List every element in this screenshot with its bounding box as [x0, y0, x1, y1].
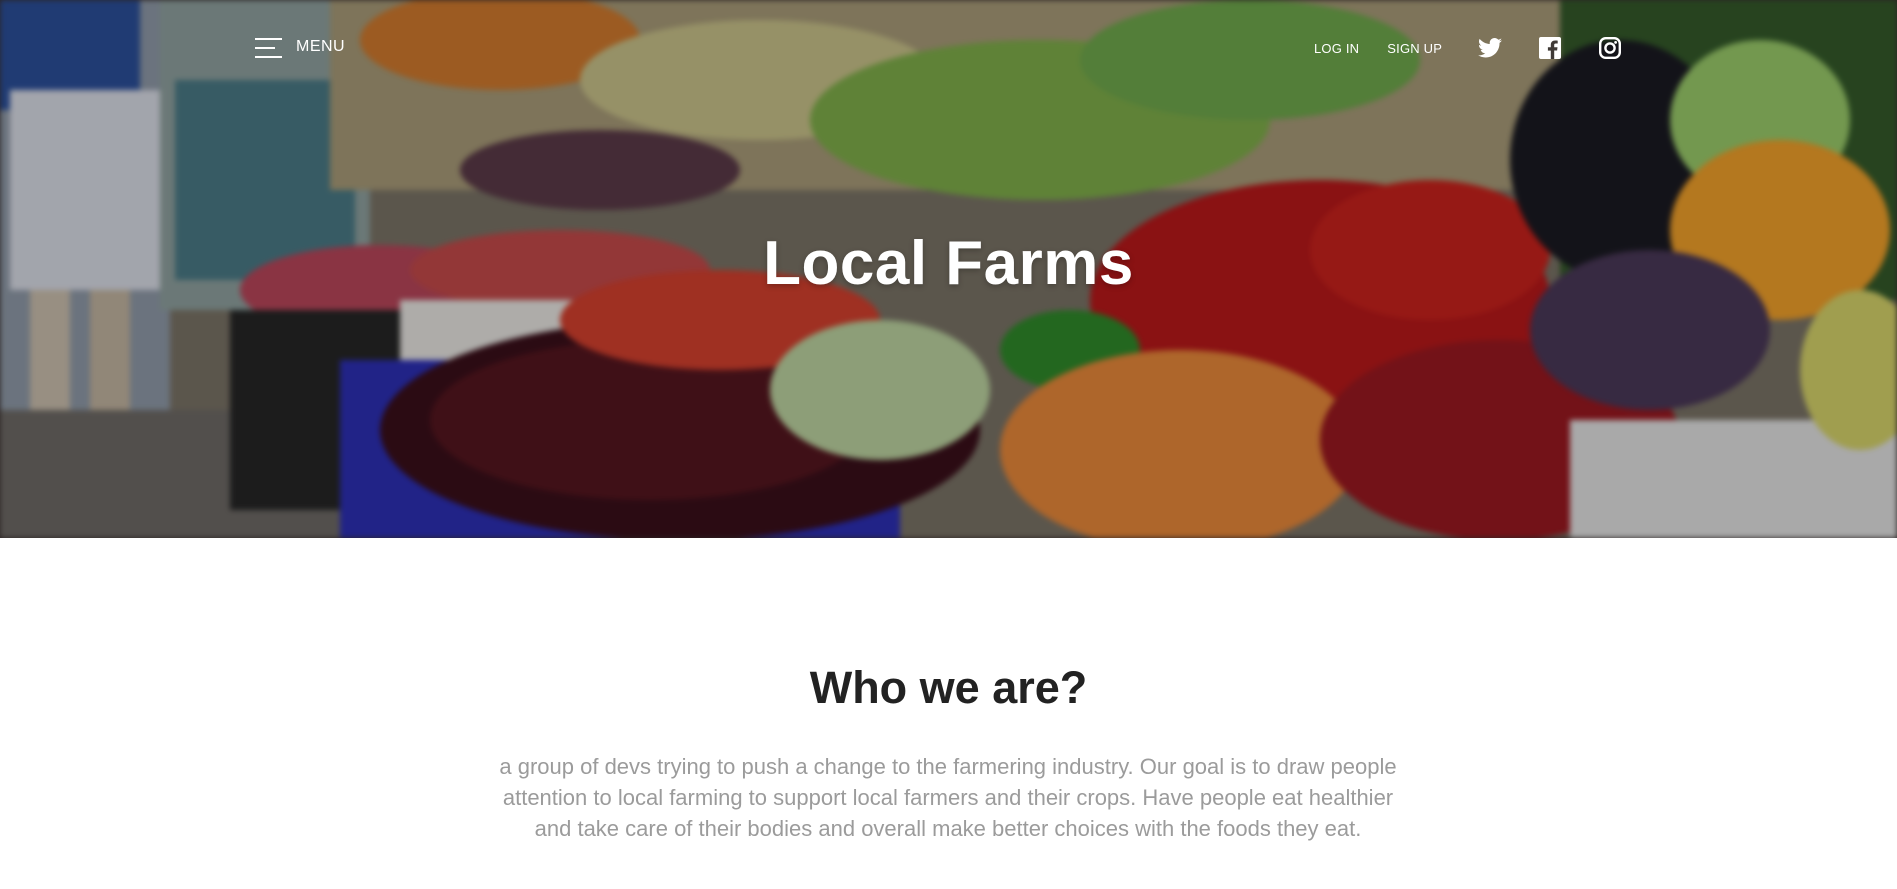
section-body-text: a group of devs trying to push a change …	[499, 754, 1397, 841]
instagram-icon[interactable]	[1598, 36, 1622, 60]
hero-section: MENU LOG IN SIGN UP Local Farms	[0, 0, 1897, 538]
section-heading: Who we are?	[809, 662, 1088, 713]
menu-label: MENU	[296, 38, 346, 55]
signup-link[interactable]: SIGN UP	[1387, 41, 1442, 56]
facebook-icon[interactable]	[1538, 36, 1562, 60]
hamburger-icon	[255, 36, 282, 58]
who-we-are-section: Who we are? a group of devs trying to pu…	[0, 538, 1897, 889]
login-link[interactable]: LOG IN	[1314, 41, 1359, 56]
account-and-social-nav: LOG IN SIGN UP	[1314, 36, 1622, 60]
hero-title: Local Farms	[763, 229, 1134, 298]
menu-button[interactable]: MENU	[255, 36, 345, 58]
twitter-icon[interactable]	[1478, 36, 1503, 60]
top-navigation: MENU LOG IN SIGN UP	[0, 0, 1897, 96]
